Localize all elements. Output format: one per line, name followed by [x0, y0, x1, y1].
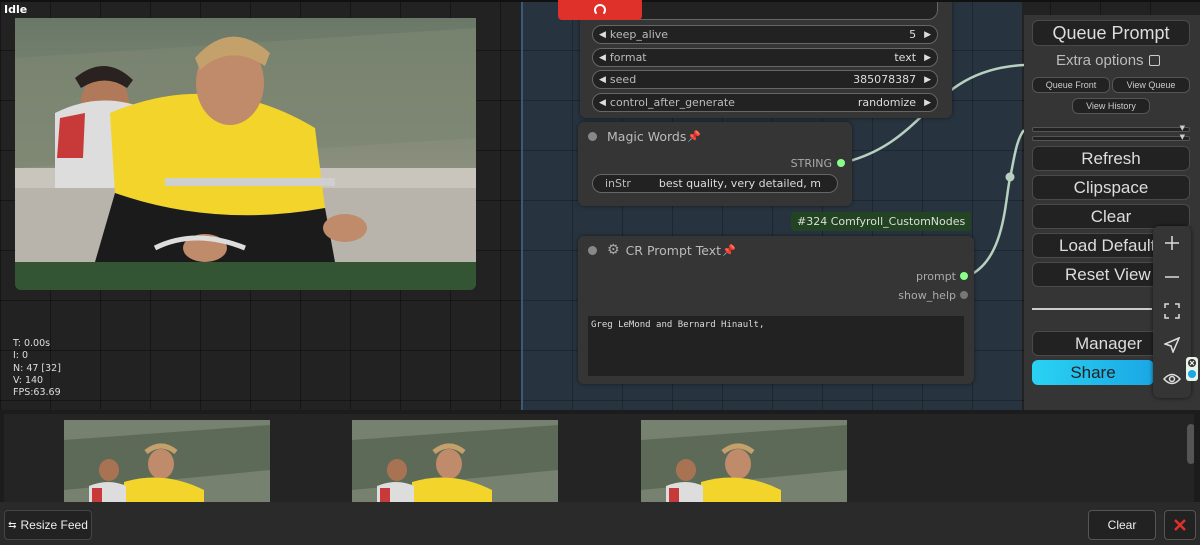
performance-stats: T: 0.00s I: 0 N: 47 [32] V: 140 FPS:63.6… [13, 338, 61, 399]
widget-label: seed [609, 73, 637, 86]
view-history-button[interactable]: View History [1072, 98, 1150, 114]
output-show-help-label: show_help [898, 289, 956, 302]
stat-time: T: 0.00s [13, 338, 51, 349]
feed-thumbnail[interactable] [352, 420, 558, 504]
clipspace-button[interactable]: Clipspace [1032, 175, 1190, 200]
output-prompt-label: prompt [915, 270, 956, 283]
widget-format[interactable]: ◀ format text ▶ [592, 48, 938, 67]
feed-close-button[interactable] [1164, 510, 1196, 540]
output-prompt-slot[interactable] [960, 272, 968, 280]
feed-footer [0, 502, 1200, 545]
zoom-in-icon[interactable] [1153, 226, 1191, 260]
feed-thumbnail[interactable] [64, 420, 270, 504]
share-button[interactable]: Share [1032, 360, 1154, 385]
pin-icon: 📌 [722, 243, 736, 257]
gear-icon: ⚙ [607, 242, 620, 258]
output-show-help-slot[interactable] [960, 291, 968, 299]
chevron-down-icon: ▼ [1179, 133, 1185, 141]
chevron-down-icon: ▼ [1179, 124, 1185, 132]
stat-i: I: 0 [13, 350, 29, 362]
collapse-dot-icon[interactable] [588, 131, 597, 141]
top-menu-tab[interactable] [558, 0, 642, 20]
increment-icon[interactable]: ▶ [924, 53, 931, 63]
status-label: Idle [4, 3, 28, 16]
widget-value: 5 [909, 28, 917, 41]
extra-options[interactable]: Extra options [1056, 52, 1160, 69]
history-list-dropdown[interactable]: ▼ [1032, 133, 1190, 141]
cr-prompt-text-node[interactable]: ⚙ CR Prompt Text 📌 prompt show_help Greg… [578, 236, 974, 384]
widget-label: inStr [605, 177, 631, 190]
increment-icon[interactable]: ▶ [924, 98, 931, 108]
feed-gallery[interactable] [4, 414, 1194, 510]
resize-feed-label: Resize Feed [20, 518, 88, 532]
widget-control-after-generate[interactable]: ◀ control_after_generate randomize ▶ [592, 93, 938, 112]
widget-instr[interactable]: inStr best quality, very detailed, m [592, 174, 838, 193]
fit-view-icon[interactable] [1153, 294, 1191, 328]
node-id-tooltip: #324 Comfyroll_CustomNodes [791, 212, 972, 231]
node-title[interactable]: Magic Words 📌 [578, 122, 852, 150]
zoom-out-icon[interactable] [1153, 260, 1191, 294]
magic-words-node[interactable]: Magic Words 📌 STRING inStr best quality,… [578, 122, 852, 206]
decrement-icon[interactable]: ◀ [599, 53, 606, 63]
image-feed: ⇆ Resize Feed Clear [0, 410, 1200, 545]
widget-label: control_after_generate [609, 96, 735, 109]
widget-value: randomize [857, 96, 917, 109]
resize-icon: ⇆ [8, 519, 17, 531]
feed-thumbnail[interactable] [641, 420, 847, 504]
widget-partial[interactable] [592, 0, 938, 20]
stat-nodes: N: 47 [32] [13, 362, 61, 374]
image-preview-node[interactable] [15, 18, 476, 290]
decrement-icon[interactable]: ◀ [599, 30, 606, 40]
link-prompt [967, 129, 1026, 278]
node-canvas[interactable]: T: 0.00s I: 0 N: 47 [32] V: 140 FPS:63.6… [0, 0, 1200, 410]
node-title-text: Magic Words [607, 128, 687, 144]
queue-front-button[interactable]: Queue Front [1032, 77, 1110, 93]
widget-value: 385078387 [853, 73, 917, 86]
increment-icon[interactable]: ▶ [924, 30, 931, 40]
extra-options-label: Extra options [1056, 52, 1144, 69]
node-title-text: CR Prompt Text [625, 242, 722, 258]
menu-divider [1032, 308, 1152, 310]
decrement-icon[interactable]: ◀ [599, 75, 606, 85]
prompt-textarea[interactable]: Greg LeMond and Bernard Hinault, [588, 316, 964, 376]
output-string-slot[interactable] [837, 159, 845, 167]
close-icon [1174, 519, 1186, 531]
increment-icon[interactable]: ▶ [924, 75, 931, 85]
widget-label: keep_alive [609, 28, 669, 41]
comfyui-app: T: 0.00s I: 0 N: 47 [32] V: 140 FPS:63.6… [0, 0, 1200, 545]
widget-keep-alive[interactable]: ◀ keep_alive 5 ▶ [592, 25, 938, 44]
stat-fps: FPS:63.69 [13, 387, 61, 399]
collapse-dot-icon[interactable] [588, 245, 597, 255]
stat-v: V: 140 [13, 374, 44, 386]
refresh-button[interactable]: Refresh [1032, 146, 1190, 171]
extra-options-checkbox[interactable] [1148, 55, 1160, 66]
widget-value: text [894, 51, 917, 64]
logo-icon [594, 4, 606, 16]
view-queue-button[interactable]: View Queue [1112, 77, 1190, 93]
link-reroute[interactable] [1005, 172, 1015, 182]
resize-feed-button[interactable]: ⇆ Resize Feed [4, 510, 92, 540]
preview-image [15, 18, 476, 262]
queue-list-dropdown[interactable]: ▼ [1032, 124, 1190, 132]
queue-prompt-button[interactable]: Queue Prompt [1032, 20, 1190, 46]
side-badge-icon[interactable] [1186, 357, 1198, 381]
pin-icon: 📌 [687, 129, 702, 143]
decrement-icon[interactable]: ◀ [599, 98, 606, 108]
widget-seed[interactable]: ◀ seed 385078387 ▶ [592, 70, 938, 89]
feed-clear-button[interactable]: Clear [1088, 510, 1156, 540]
widget-label: format [609, 51, 647, 64]
widget-value: best quality, very detailed, m [658, 177, 821, 190]
feed-scrollbar[interactable] [1187, 424, 1194, 464]
output-string-label: STRING [790, 157, 832, 170]
node-title[interactable]: ⚙ CR Prompt Text 📌 [578, 236, 974, 264]
